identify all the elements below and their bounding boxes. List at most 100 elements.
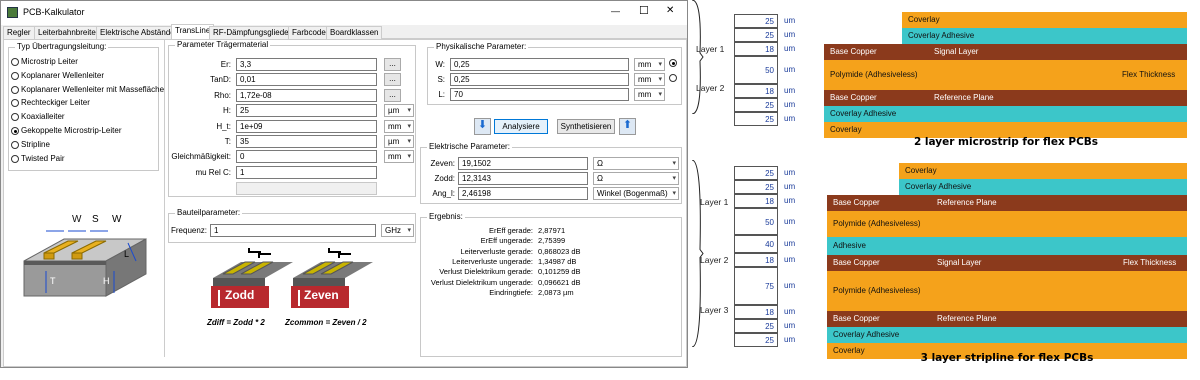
stackup-layer: Coverlay <box>902 12 1187 28</box>
radio-button[interactable] <box>11 140 19 149</box>
substrate-field-input[interactable]: 1,72e-08 <box>236 88 377 102</box>
radio-button[interactable] <box>11 58 19 66</box>
substrate-field-input[interactable]: 3,3 <box>236 58 377 71</box>
electrical-field-input[interactable]: 12,3143 <box>458 172 588 185</box>
minimize-button[interactable]: — <box>611 6 620 16</box>
physical-unit-select[interactable]: mm ▾ <box>634 73 665 86</box>
electrical-field-input[interactable]: 2,46198 <box>458 187 588 200</box>
line-type-option-label: Koplanarer Wellenleiter <box>21 70 105 80</box>
substrate-field-label: H: <box>223 106 231 116</box>
arrow-down-button[interactable]: ⬇ <box>474 118 491 135</box>
electrical-unit-select[interactable]: Winkel (Bogenmaß) ▾ <box>593 187 679 200</box>
thickness-box: 25 <box>734 166 778 180</box>
physical-radio-w[interactable] <box>669 59 677 67</box>
thickness-box: 25 <box>734 14 778 28</box>
results-title: Ergebnis: <box>427 212 465 221</box>
tab-rf-daempfungsglieder[interactable]: RF-Dämpfungsglieder <box>209 26 296 39</box>
substrate-field-input[interactable]: 35 <box>236 135 377 148</box>
line-type-option[interactable]: Koplanarer Wellenleiter <box>11 71 159 82</box>
stackup-layer: Polymide (Adhesiveless) <box>827 271 1187 311</box>
result-label: Eindringtiefe: <box>489 287 533 297</box>
close-button[interactable]: ✕ <box>666 5 674 16</box>
line-type-option[interactable]: Microstrip Leiter <box>11 57 159 68</box>
chevron-down-icon: ▾ <box>672 160 676 167</box>
substrate-field-input[interactable]: 1e+09 <box>236 119 377 133</box>
line-type-option[interactable]: Gekoppelte Microstrip-Leiter <box>11 126 159 137</box>
tab-regler[interactable]: Regler <box>3 26 35 39</box>
maximize-button[interactable]: ☐ <box>639 4 649 17</box>
substrate-unit-select[interactable]: mm ▾ <box>384 119 414 133</box>
substrate-field-input[interactable]: 0,01 <box>236 73 377 87</box>
dim-s-label: S <box>92 214 99 225</box>
panel-divider <box>164 39 165 357</box>
result-label: Verlust Dielektrikum ungerade: <box>430 277 533 287</box>
unit-value: Ω <box>597 174 603 183</box>
radio-button[interactable] <box>11 113 19 122</box>
electrical-field-input[interactable]: 19,1502 <box>458 157 588 170</box>
radio-button[interactable] <box>11 71 19 80</box>
result-value: 0,868023 dB <box>538 246 581 256</box>
stackup-caption: 3 layer stripline for flex PCBs <box>920 352 1094 364</box>
chevron-down-icon: ▾ <box>672 190 676 197</box>
thickness-unit: um <box>784 100 796 109</box>
physical-field-input[interactable]: 0,25 <box>450 73 629 86</box>
title-bar[interactable]: PCB-Kalkulator — ☐ ✕ <box>1 1 687 25</box>
line-type-option[interactable]: Koaxialleiter <box>11 112 159 123</box>
tab-leiterbahnbreite[interactable]: Leiterbahnbreite <box>34 26 100 39</box>
coupled-microstrip-diagram: W S W T H L <box>6 201 156 311</box>
layer-label: Layer 2 <box>700 255 729 265</box>
line-type-option[interactable]: Twisted Pair <box>11 154 159 165</box>
result-value: 2,87971 <box>538 226 566 235</box>
tab-farbcode[interactable]: Farbcode <box>288 26 330 39</box>
substrate-unit-select[interactable]: mm ▾ <box>384 150 414 164</box>
window-title: PCB-Kalkulator <box>23 7 85 17</box>
layer-material-label: Polymide (Adhesiveless) <box>833 219 921 228</box>
substrate-unit-select[interactable]: µm ▾ <box>384 135 414 148</box>
frequency-input[interactable]: 1 <box>210 224 376 237</box>
physical-unit-select[interactable]: mm ▾ <box>634 88 665 101</box>
thickness-unit: um <box>784 307 796 316</box>
thickness-box: 18 <box>734 194 778 208</box>
material-picker-button[interactable]: ... <box>384 73 401 87</box>
tab-transline[interactable]: TransLine <box>171 24 215 40</box>
thickness-box: 18 <box>734 84 778 98</box>
synthesize-button[interactable]: Synthetisieren <box>557 119 615 134</box>
frequency-label: Frequenz: <box>171 226 208 235</box>
chevron-down-icon: ▾ <box>407 122 411 130</box>
thickness-unit: um <box>784 182 796 191</box>
physical-field-input[interactable]: 0,25 <box>450 58 629 71</box>
line-type-option[interactable]: Koplanarer Wellenleiter mit Massefläche <box>11 85 164 96</box>
thickness-unit: um <box>784 196 796 205</box>
line-type-option-label: Twisted Pair <box>21 153 65 163</box>
material-picker-button[interactable]: ... <box>384 58 401 71</box>
thickness-unit: um <box>784 114 796 123</box>
physical-radio-s[interactable] <box>669 74 677 82</box>
material-picker-button[interactable]: ... <box>384 88 401 102</box>
stackup-caption: 2 layer microstrip for flex PCBs <box>913 136 1099 148</box>
substrate-unit-select[interactable]: µm ▾ <box>384 104 414 118</box>
layer-material-label: Base Copper <box>833 314 880 323</box>
physical-unit-select[interactable]: mm ▾ <box>634 58 665 71</box>
radio-button[interactable] <box>11 99 19 108</box>
tab-boardklassen[interactable]: Boardklassen <box>326 26 383 39</box>
radio-button[interactable] <box>11 127 19 135</box>
tab-elektrische-abstaende[interactable]: Elektrische Abstände <box>96 26 179 39</box>
electrical-field-label: Zeven: <box>430 159 455 168</box>
radio-button[interactable] <box>11 85 19 94</box>
layer-function-label: Flex Thickness <box>1122 70 1176 79</box>
thickness-box: 40 <box>734 235 778 253</box>
zdiff-formula: Zdiff = Zodd * 2 <box>207 318 265 327</box>
substrate-field-input[interactable]: 25 <box>236 104 377 118</box>
analyze-button[interactable]: Analysiere <box>494 119 548 134</box>
electrical-unit-select[interactable]: Ω ▾ <box>593 157 679 170</box>
thickness-unit: um <box>784 335 796 344</box>
physical-field-input[interactable]: 70 <box>450 88 629 101</box>
radio-button[interactable] <box>11 154 19 163</box>
arrow-up-button[interactable]: ⬆ <box>619 118 636 135</box>
substrate-field-input[interactable]: 0 <box>236 150 377 164</box>
line-type-option[interactable]: Rechteckiger Leiter <box>11 98 159 109</box>
line-type-option[interactable]: Stripline <box>11 140 159 151</box>
physical-field-label: S: <box>437 75 445 84</box>
electrical-unit-select[interactable]: Ω ▾ <box>593 172 679 185</box>
substrate-field-input[interactable]: 1 <box>236 165 377 179</box>
